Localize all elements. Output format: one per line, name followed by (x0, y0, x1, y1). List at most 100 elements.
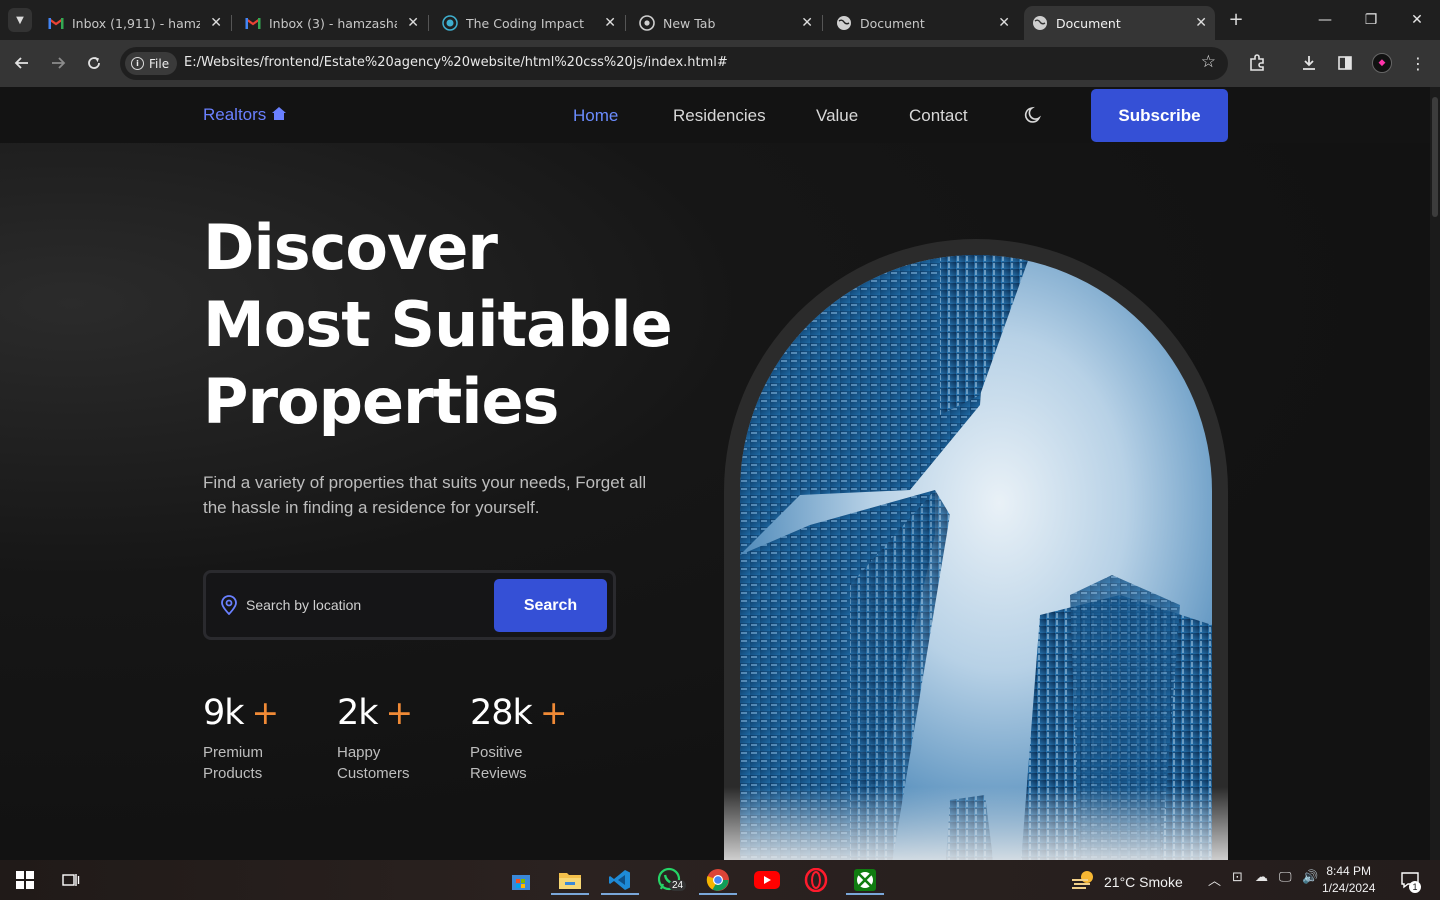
site-header: Realtors Home Residencies Value Contact … (0, 87, 1430, 143)
tab-search-button[interactable]: ▼ (8, 8, 32, 32)
download-icon[interactable] (1296, 50, 1322, 76)
network-icon[interactable]: 🖵 (1279, 870, 1292, 885)
new-tab-button[interactable]: + (1225, 8, 1247, 30)
weather-widget[interactable]: 21°C Smoke (1070, 870, 1183, 893)
minimize-icon[interactable]: — (1310, 6, 1340, 34)
url-text[interactable]: E:/Websites/frontend/Estate%20agency%20w… (184, 55, 728, 70)
forward-icon[interactable] (45, 50, 71, 76)
meet-now-icon[interactable]: ⊡ (1232, 870, 1243, 885)
tab-separator (625, 15, 626, 31)
search-bar: Search (203, 570, 616, 640)
microsoft-store-icon[interactable] (506, 865, 536, 895)
globe-icon (836, 15, 852, 31)
nav-residencies[interactable]: Residencies (673, 106, 766, 126)
clock[interactable]: 8:44 PM 1/24/2024 (1322, 863, 1375, 897)
youtube-icon[interactable] (752, 865, 782, 895)
tab-document-1[interactable]: Document ✕ (828, 6, 1018, 40)
gmail-icon (245, 15, 261, 31)
hero-title-line: Discover (203, 211, 498, 284)
tab-title: The Coding Impact (466, 15, 585, 31)
coding-impact-icon (442, 15, 458, 31)
back-icon[interactable] (9, 50, 35, 76)
address-bar[interactable]: i File E:/Websites/frontend/Estate%20age… (120, 47, 1228, 80)
tab-title: Inbox (3) - hamzashake (269, 15, 397, 31)
notification-count: 1 (1409, 881, 1421, 893)
tab-title: Document (860, 15, 925, 31)
tab-separator (231, 15, 232, 31)
vscode-icon[interactable] (601, 865, 639, 895)
reload-icon[interactable] (81, 50, 107, 76)
tab-document-active[interactable]: Document ✕ (1024, 6, 1215, 40)
active-indicator (601, 893, 639, 895)
close-icon[interactable]: ✕ (210, 15, 222, 31)
side-panel-icon[interactable] (1332, 50, 1358, 76)
menu-icon[interactable]: ⋮ (1405, 50, 1431, 76)
windows-taskbar: 24 21°C Smoke ︿ ⊡ ☁ 🖵 🔊 8:44 PM 1/24/202… (0, 860, 1440, 900)
bookmark-star-icon[interactable]: ☆ (1201, 52, 1216, 72)
notification-icon[interactable]: 1 (1395, 865, 1425, 895)
file-chip-label: File (149, 56, 170, 71)
plus-icon: + (385, 693, 414, 732)
tab-title: Document (1056, 15, 1121, 31)
whatsapp-icon[interactable]: 24 (655, 865, 687, 895)
close-icon[interactable]: ✕ (407, 15, 419, 31)
stat-positive-reviews: 28k + Positive Reviews (470, 690, 570, 784)
restore-icon[interactable]: ❐ (1356, 6, 1386, 34)
globe-icon (1032, 15, 1048, 31)
info-icon: i (131, 57, 144, 70)
page-viewport: Realtors Home Residencies Value Contact … (0, 87, 1440, 860)
tab-new-tab[interactable]: New Tab ✕ (631, 6, 823, 40)
close-icon[interactable]: ✕ (801, 15, 813, 31)
location-pin-icon (220, 595, 238, 616)
stat-happy-customers: 2k + Happy Customers (337, 690, 437, 784)
hero-title-line: Most Suitable (203, 288, 673, 361)
scrollbar-thumb[interactable] (1432, 97, 1438, 217)
stat-label: Premium Products (203, 744, 264, 782)
volume-icon[interactable]: 🔊 (1302, 870, 1318, 885)
page-scrollbar[interactable] (1430, 87, 1440, 860)
weather-text: 21°C Smoke (1104, 873, 1183, 890)
hero-title-line: Properties (203, 365, 559, 438)
close-icon[interactable]: ✕ (604, 15, 616, 31)
hero-skyscraper-image (740, 255, 1212, 860)
chrome-taskbar-icon[interactable] (699, 865, 737, 895)
site-logo[interactable]: Realtors (203, 105, 287, 125)
profile-avatar[interactable]: ◆ (1372, 53, 1392, 73)
stat-value: 9k (203, 693, 245, 733)
gmail-icon (48, 15, 64, 31)
active-indicator (846, 893, 884, 895)
tab-title: New Tab (663, 15, 716, 31)
onedrive-icon[interactable]: ☁ (1255, 870, 1268, 885)
nav-value[interactable]: Value (816, 106, 858, 126)
site-info-chip[interactable]: i File (125, 52, 178, 75)
weather-icon (1070, 870, 1096, 893)
nav-contact[interactable]: Contact (909, 106, 968, 126)
stat-value: 2k (337, 693, 379, 733)
location-search-input[interactable] (246, 589, 486, 621)
hero-title: Discover Most Suitable Properties (203, 209, 723, 440)
logo-text: Realtors (203, 105, 267, 124)
tab-gmail-2[interactable]: Inbox (3) - hamzashake ✕ (237, 6, 429, 40)
file-explorer-icon[interactable] (551, 865, 589, 895)
tab-title: Inbox (1,911) - hamzash (72, 15, 200, 31)
opera-icon[interactable] (801, 865, 831, 895)
tab-gmail-1[interactable]: Inbox (1,911) - hamzash ✕ (40, 6, 232, 40)
close-window-icon[interactable]: ✕ (1402, 6, 1432, 34)
plus-icon: + (251, 693, 280, 732)
hero-subtitle: Find a variety of properties that suits … (203, 473, 647, 517)
chrome-icon (639, 15, 655, 31)
tab-separator (822, 15, 823, 31)
chevron-up-icon[interactable]: ︿ (1208, 870, 1221, 889)
tab-coding-impact[interactable]: The Coding Impact ✕ (434, 6, 626, 40)
nav-home[interactable]: Home (573, 106, 618, 126)
task-view-icon[interactable] (56, 865, 86, 895)
active-indicator (551, 893, 589, 895)
subscribe-button[interactable]: Subscribe (1091, 89, 1228, 142)
xbox-icon[interactable] (846, 865, 884, 895)
windows-start-icon[interactable] (10, 865, 40, 895)
close-icon[interactable]: ✕ (1195, 15, 1207, 31)
close-icon[interactable]: ✕ (998, 15, 1010, 31)
search-button[interactable]: Search (494, 579, 607, 632)
moon-icon[interactable] (1024, 105, 1044, 125)
extensions-icon[interactable] (1244, 50, 1270, 76)
